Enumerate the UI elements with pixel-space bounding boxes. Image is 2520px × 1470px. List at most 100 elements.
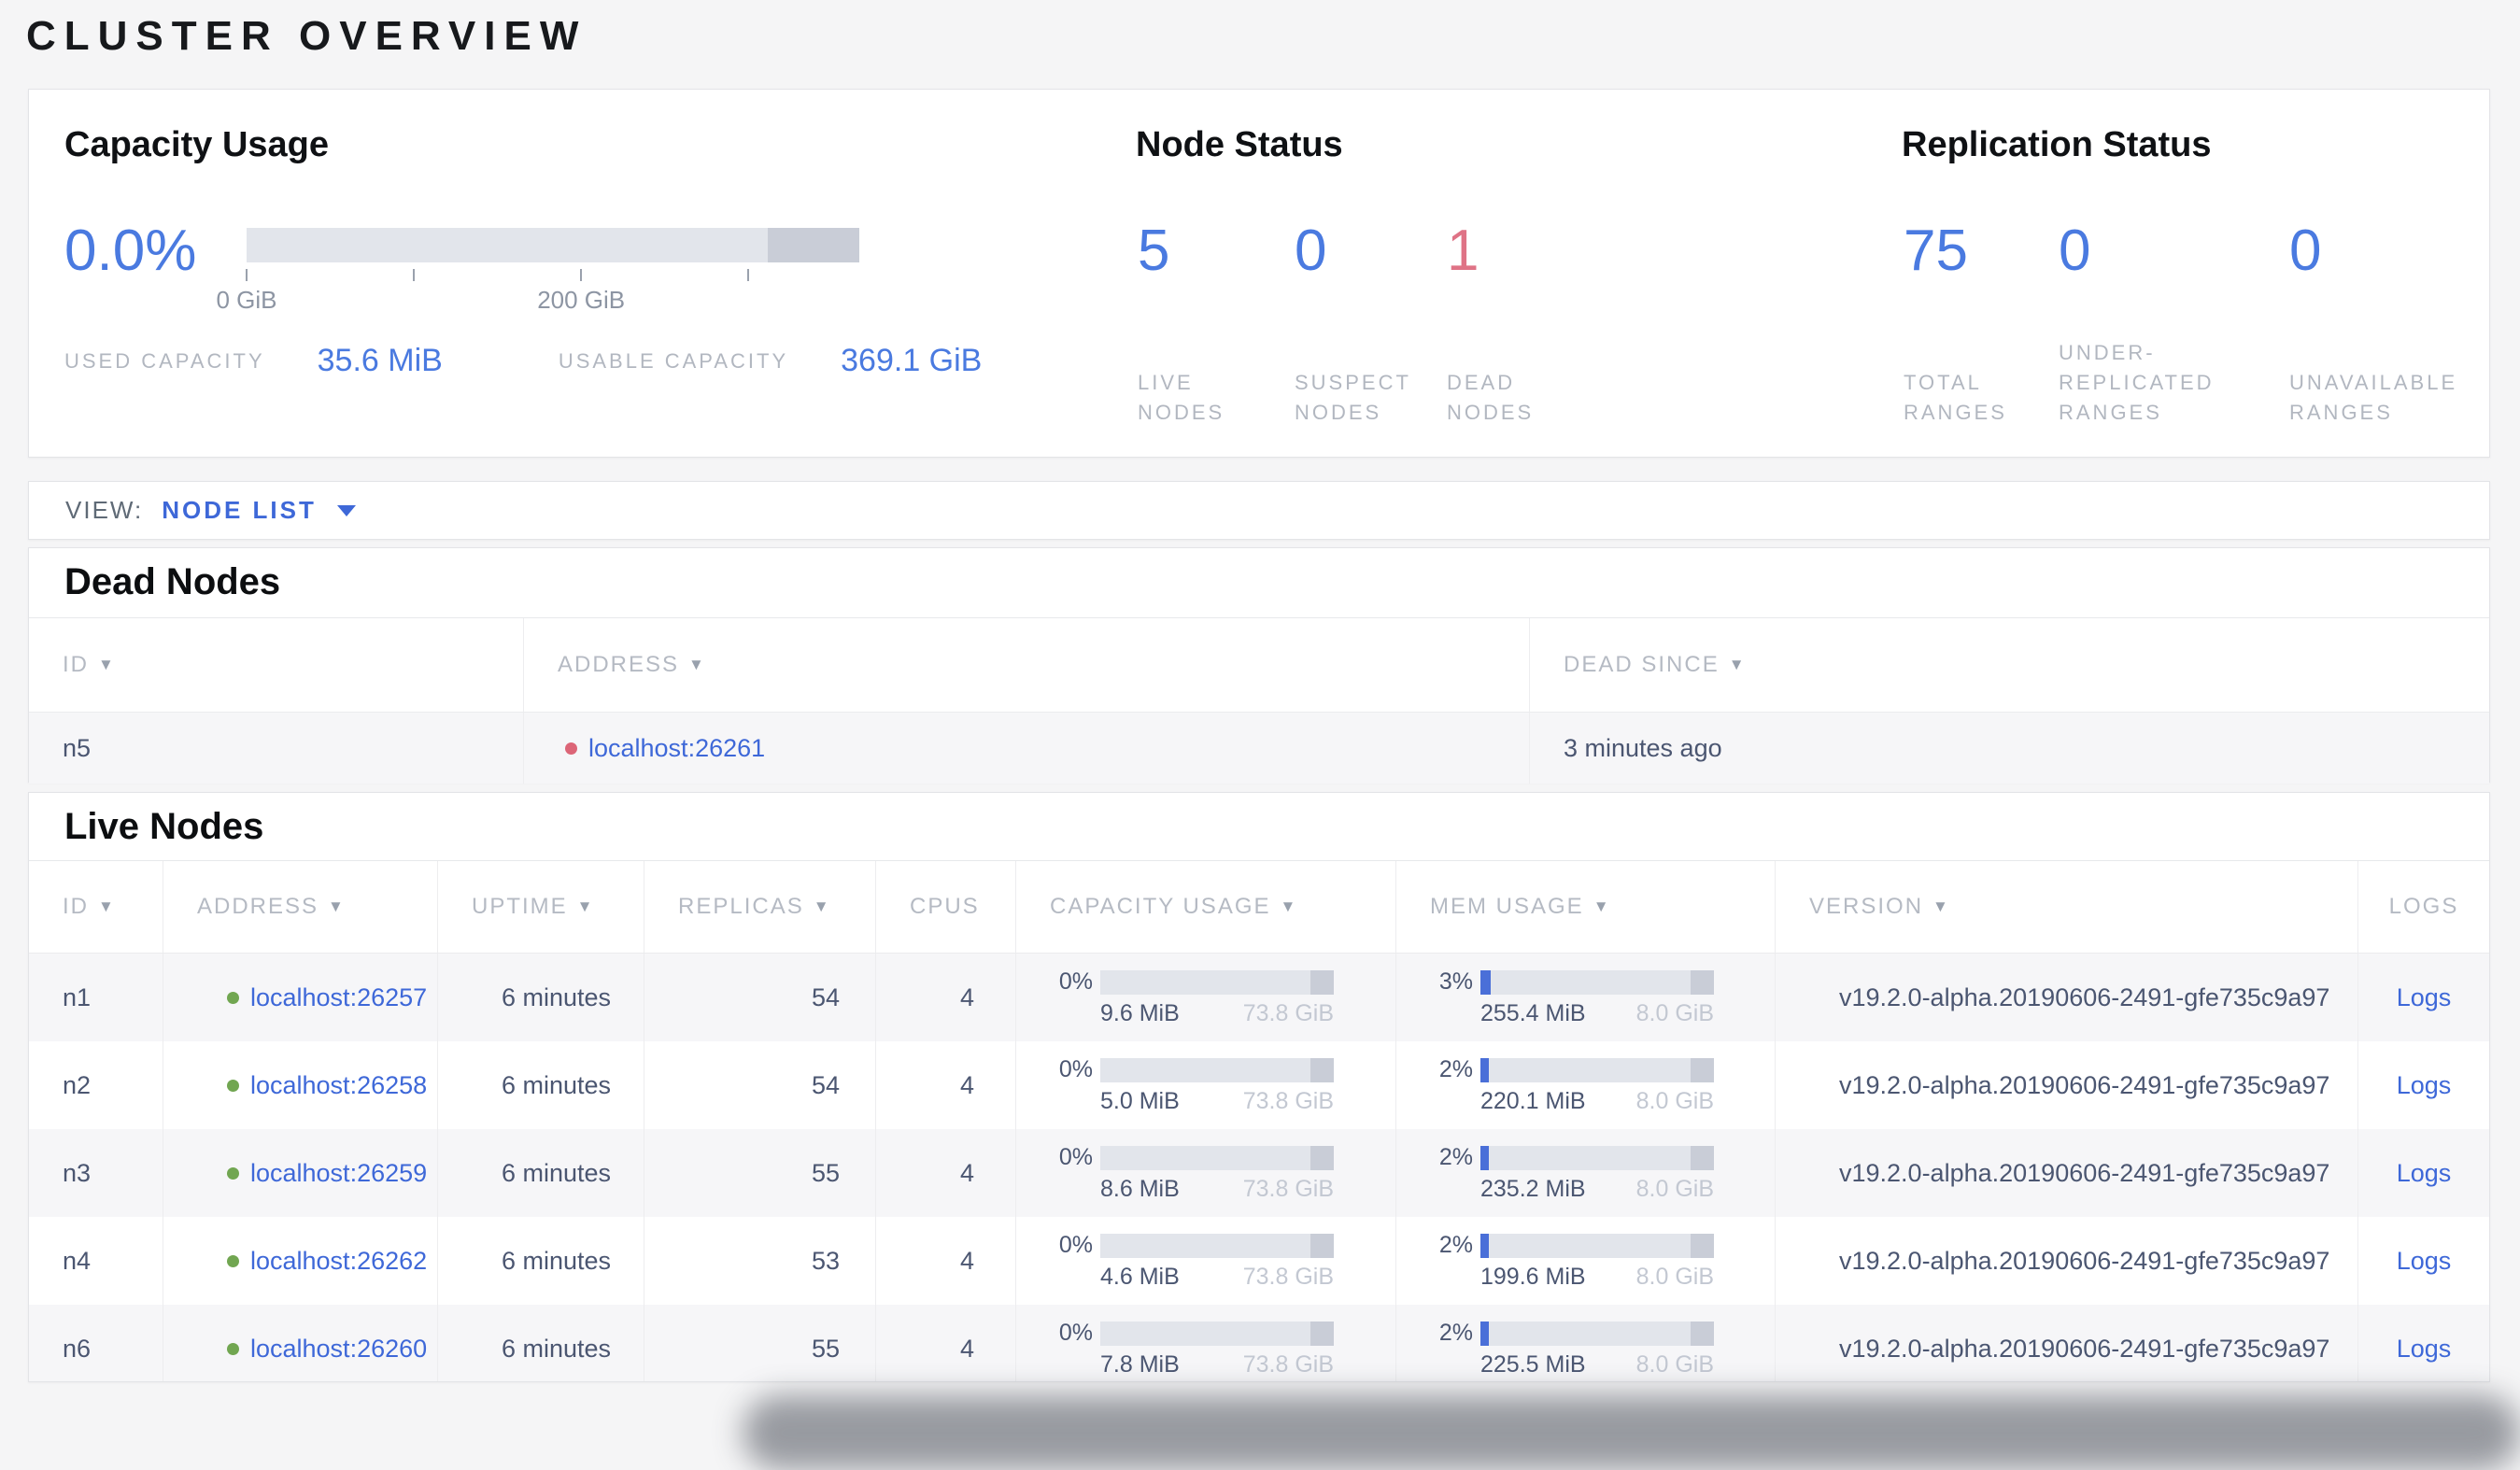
sort-arrow-icon[interactable]: ▼ [1281, 898, 1298, 916]
usage-total-value: 73.8 GiB [1242, 1088, 1334, 1114]
usage-labels: 225.5 MiB 8.0 GiB [1480, 1351, 1714, 1378]
node-address-link[interactable]: localhost:26257 [250, 983, 427, 1012]
column-header-dead-since[interactable]: DEAD SINCE ▼ [1529, 618, 2489, 712]
logs-link[interactable]: Logs [2397, 983, 2452, 1012]
usage-bar-dark-segment [1310, 969, 1334, 995]
view-selector[interactable]: VIEW: NODE LIST [29, 496, 356, 525]
usage-used-value: 4.6 MiB [1100, 1264, 1180, 1290]
capacity-axis-tick-label: 0 GiB [216, 286, 277, 314]
table-row: n3 localhost:26259 6 minutes 55 4 0% 8.6 MiB 73… [29, 1129, 2489, 1217]
column-header-replicas[interactable]: REPLICAS ▼ [644, 861, 875, 953]
capacity-axis-tick [746, 269, 749, 281]
usage-labels: 8.6 MiB 73.8 GiB [1100, 1176, 1334, 1203]
replicas-cell: 53 [644, 1217, 875, 1305]
usage-bar-dark-segment [1691, 969, 1714, 995]
sort-arrow-icon[interactable]: ▼ [98, 656, 116, 674]
usage-labels: 9.6 MiB 73.8 GiB [1100, 1000, 1334, 1027]
column-header-label: CPUS [910, 894, 980, 919]
live-status-dot-icon [227, 1166, 239, 1180]
capacity-usage-section: Capacity Usage 0.0% 0 GiB 200 GiB USED CA… [64, 90, 1092, 457]
cpus-cell: 4 [875, 954, 1015, 1041]
usage-bar-row: 2% [1396, 1144, 1714, 1171]
capacity-percent-value: 0.0% [64, 219, 197, 283]
table-row: n1 localhost:26257 6 minutes 54 4 0% 9.6 MiB 73… [29, 954, 2489, 1041]
usable-capacity-label: USABLE CAPACITY [558, 349, 789, 373]
usage-percent: 0% [1058, 1232, 1093, 1258]
column-header-cpus[interactable]: CPUS [875, 861, 1015, 953]
used-capacity-value: 35.6 MiB [317, 343, 443, 378]
logs-link[interactable]: Logs [2397, 1071, 2452, 1100]
status-stat: 0 SUSPECT NODES [1295, 222, 1447, 428]
sort-arrow-icon[interactable]: ▼ [1932, 898, 1950, 916]
column-header-version[interactable]: VERSION ▼ [1775, 861, 2357, 953]
usage-bar-dark-segment [1691, 1057, 1714, 1082]
usage-bar [1100, 1233, 1334, 1258]
usage-cell-memory: 2% 220.1 MiB 8.0 GiB [1395, 1041, 1775, 1129]
usage-cell-memory: 3% 255.4 MiB 8.0 GiB [1395, 954, 1775, 1041]
usage-total-value: 8.0 GiB [1635, 1264, 1714, 1290]
node-id-cell: n6 [63, 1334, 92, 1363]
usage-cell-capacity: 0% 9.6 MiB 73.8 GiB [1015, 954, 1395, 1041]
logs-cell: Logs [2357, 1041, 2489, 1129]
status-stat: 0 UNDER- REPLICATED RANGES [2059, 222, 2289, 428]
usage-cell-capacity: 0% 5.0 MiB 73.8 GiB [1015, 1041, 1395, 1129]
usage-percent: 0% [1058, 968, 1093, 995]
usage-cell-memory: 2% 225.5 MiB 8.0 GiB [1395, 1305, 1775, 1381]
column-header-label: ID [63, 652, 89, 677]
usage-bar-dark-segment [1310, 1145, 1334, 1170]
logs-cell: Logs [2357, 1305, 2489, 1381]
sort-arrow-icon[interactable]: ▼ [1593, 898, 1611, 916]
stat-label: DEAD NODES [1447, 371, 1535, 424]
usage-bar-row: 3% [1396, 968, 1714, 996]
column-header-mem-usage[interactable]: MEM USAGE ▼ [1395, 861, 1775, 953]
live-nodes-table: ID ▼ ADDRESS ▼ UPTIME ▼ REPLICAS ▼ CPUS CAPACITY … [29, 860, 2489, 1381]
uptime-cell: 6 minutes [437, 1305, 644, 1381]
node-status-title: Node Status [1136, 125, 1343, 164]
table-row: n6 localhost:26260 6 minutes 55 4 0% 7.8 MiB 73… [29, 1305, 2489, 1381]
usage-bar-fill [1480, 969, 1491, 995]
chevron-down-icon[interactable] [336, 504, 356, 516]
column-header-capacity-usage[interactable]: CAPACITY USAGE ▼ [1015, 861, 1395, 953]
sort-arrow-icon[interactable]: ▼ [1729, 656, 1747, 674]
logs-link[interactable]: Logs [2397, 1335, 2452, 1364]
sort-arrow-icon[interactable]: ▼ [577, 898, 595, 916]
usage-cell-memory: 2% 199.6 MiB 8.0 GiB [1395, 1217, 1775, 1305]
dead-node-address-link[interactable]: localhost:26261 [588, 734, 765, 763]
sort-arrow-icon[interactable]: ▼ [688, 656, 706, 674]
node-id-cell: n4 [63, 1246, 92, 1275]
usage-bar-dark-segment [1691, 1145, 1714, 1170]
logs-link[interactable]: Logs [2397, 1247, 2452, 1276]
node-address-link[interactable]: localhost:26260 [250, 1335, 427, 1364]
node-address-link[interactable]: localhost:26262 [250, 1247, 427, 1276]
usage-cell-memory: 2% 235.2 MiB 8.0 GiB [1395, 1129, 1775, 1217]
uptime-cell: 6 minutes [437, 954, 644, 1041]
usage-percent: 2% [1438, 1232, 1473, 1258]
node-address-link[interactable]: localhost:26258 [250, 1071, 427, 1100]
usage-bar-row: 2% [1396, 1232, 1714, 1259]
replicas-cell: 54 [644, 1041, 875, 1129]
node-address-link[interactable]: localhost:26259 [250, 1159, 427, 1188]
usage-bar-fill [1480, 1233, 1489, 1258]
usage-total-value: 8.0 GiB [1635, 1000, 1714, 1026]
sort-arrow-icon[interactable]: ▼ [814, 898, 831, 916]
sort-arrow-icon[interactable]: ▼ [98, 898, 116, 916]
column-header-label: VERSION [1809, 894, 1924, 919]
usage-used-value: 5.0 MiB [1100, 1088, 1180, 1114]
live-nodes-heading: Live Nodes [64, 806, 264, 847]
logs-link[interactable]: Logs [2397, 1159, 2452, 1188]
stat-label: UNAVAILABLE RANGES [2289, 371, 2458, 424]
view-selected-value[interactable]: NODE LIST [162, 496, 317, 525]
table-header-row: ID ▼ ADDRESS ▼ DEAD SINCE ▼ [29, 618, 2489, 713]
table-row: n4 localhost:26262 6 minutes 53 4 0% 4.6 MiB 73… [29, 1217, 2489, 1305]
usage-bar-fill [1480, 1057, 1489, 1082]
usage-bar-dark-segment [1310, 1057, 1334, 1082]
sort-arrow-icon[interactable]: ▼ [328, 898, 346, 916]
column-header-id[interactable]: ID ▼ [29, 861, 163, 953]
dead-node-id-cell: n5 [63, 733, 92, 762]
column-header-address[interactable]: ADDRESS ▼ [163, 861, 437, 953]
column-header-uptime[interactable]: UPTIME ▼ [437, 861, 644, 953]
column-header-logs[interactable]: LOGS [2357, 861, 2489, 953]
dead-since-cell: 3 minutes ago [1529, 713, 2489, 784]
column-header-address[interactable]: ADDRESS ▼ [523, 618, 1529, 712]
column-header-id[interactable]: ID ▼ [29, 618, 523, 712]
